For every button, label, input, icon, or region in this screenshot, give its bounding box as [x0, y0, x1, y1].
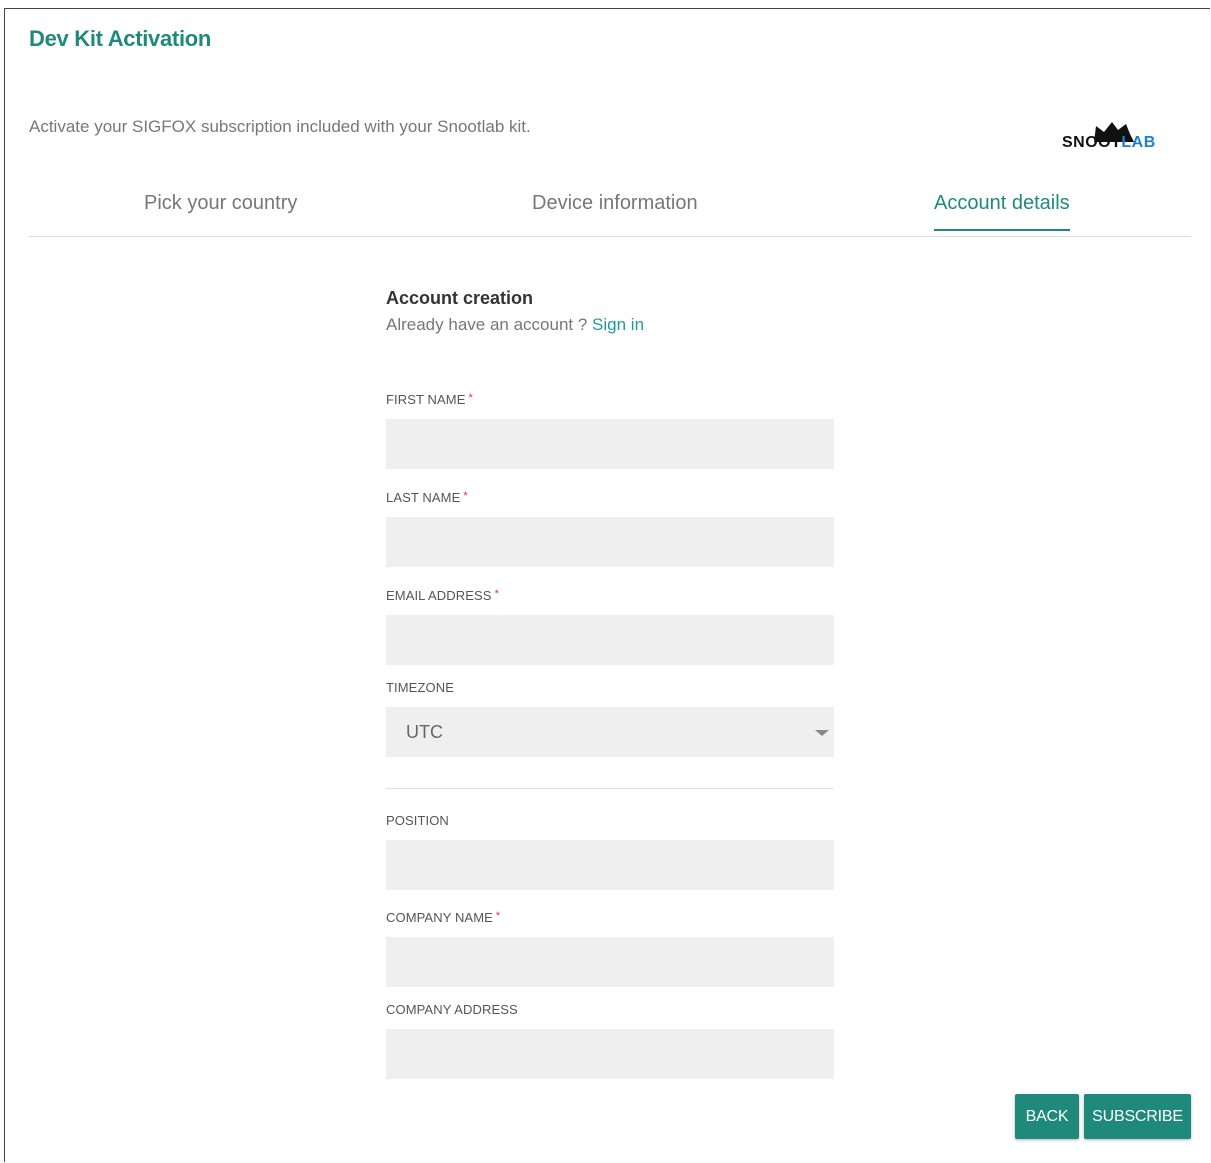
- sign-in-link[interactable]: Sign in: [592, 315, 644, 334]
- tab-pick-your-country[interactable]: Pick your country: [144, 192, 297, 229]
- form-divider: [386, 788, 834, 789]
- first-name-label-text: FIRST NAME: [386, 392, 466, 407]
- page-subtitle: Activate your SIGFOX subscription includ…: [29, 117, 531, 136]
- page-frame: [4, 8, 1210, 1162]
- company-name-label-text: COMPANY NAME: [386, 910, 493, 925]
- snootlab-logo: SNOOTLAB: [1062, 120, 1190, 154]
- first-name-input[interactable]: [386, 419, 834, 469]
- company-address-input[interactable]: [386, 1029, 834, 1079]
- last-name-label-text: LAST NAME: [386, 490, 461, 505]
- tab-device-information[interactable]: Device information: [532, 192, 698, 229]
- email-field[interactable]: [386, 615, 834, 665]
- chevron-down-icon: [815, 730, 829, 736]
- timezone-selected-value: UTC: [406, 722, 443, 742]
- logo-text-lab: LAB: [1121, 134, 1156, 151]
- position-label: POSITION: [386, 813, 449, 828]
- timezone-select[interactable]: UTC: [386, 707, 834, 757]
- first-name-label: FIRST NAME *: [386, 392, 473, 407]
- company-name-label: COMPANY NAME *: [386, 910, 500, 925]
- email-label-text: EMAIL ADDRESS: [386, 588, 492, 603]
- page-title: Dev Kit Activation: [29, 26, 212, 51]
- timezone-label: TIMEZONE: [386, 680, 454, 695]
- logo-text-sn: SN: [1062, 134, 1086, 151]
- required-marker: *: [463, 490, 468, 502]
- required-marker: *: [494, 588, 499, 600]
- last-name-input[interactable]: [386, 517, 834, 567]
- required-marker: *: [468, 392, 473, 404]
- last-name-label: LAST NAME *: [386, 490, 468, 505]
- required-marker: *: [495, 910, 501, 922]
- company-name-input[interactable]: [386, 937, 834, 987]
- logo-text-oot: OOT: [1085, 134, 1122, 151]
- tab-account-details[interactable]: Account details: [934, 192, 1070, 231]
- back-button[interactable]: BACK: [1015, 1094, 1079, 1139]
- already-have-account-label: Already have an account ?: [386, 315, 588, 334]
- logo-wordmark: SNOOTLAB: [1062, 134, 1156, 152]
- email-label: EMAIL ADDRESS *: [386, 588, 499, 603]
- wizard-tabs: Pick your country Device information Acc…: [29, 186, 1191, 237]
- subscribe-button[interactable]: SUBSCRIBE: [1084, 1094, 1191, 1139]
- position-input[interactable]: [386, 840, 834, 890]
- form-heading: Account creation: [386, 288, 534, 308]
- already-have-account-text: Already have an account ? Sign in: [386, 315, 644, 335]
- company-address-label: COMPANY ADDRESS: [386, 1002, 518, 1017]
